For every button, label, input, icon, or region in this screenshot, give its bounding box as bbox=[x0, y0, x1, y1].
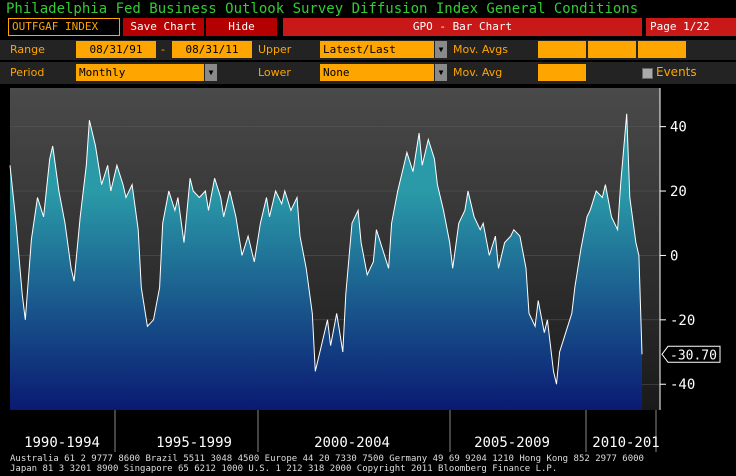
y-tick-label: -20 bbox=[670, 313, 695, 329]
period-select[interactable]: Monthly bbox=[76, 64, 204, 81]
x-axis-label: 1990-1994 bbox=[24, 435, 100, 451]
window-title: Philadelphia Fed Business Outlook Survey… bbox=[0, 0, 736, 18]
mov-avg-label: Mov. Avg bbox=[453, 66, 503, 79]
range-end-input[interactable]: 08/31/11 bbox=[172, 41, 252, 58]
range-label: Range bbox=[10, 43, 45, 56]
x-axis-label: 2005-2009 bbox=[474, 435, 550, 451]
mov-avg-1-input[interactable] bbox=[538, 41, 586, 58]
chart-type-label: GPO - Bar Chart bbox=[283, 18, 642, 36]
mov-avgs-label: Mov. Avgs bbox=[453, 43, 508, 56]
mov-avg-2-input[interactable] bbox=[588, 41, 636, 58]
upper-label: Upper bbox=[258, 43, 292, 56]
upper-dropdown-icon[interactable]: ▼ bbox=[435, 41, 447, 58]
last-value-callout: -30.70 bbox=[661, 345, 721, 363]
y-tick-label: -40 bbox=[670, 377, 695, 393]
footer-contacts-line-2: Japan 81 3 3201 8900 Singapore 65 6212 1… bbox=[10, 464, 558, 474]
upper-select[interactable]: Latest/Last Revis bbox=[320, 41, 434, 73]
x-axis-label: 1995-1999 bbox=[156, 435, 232, 451]
period-dropdown-icon[interactable]: ▼ bbox=[205, 64, 217, 81]
period-label: Period bbox=[10, 66, 45, 79]
lower-select[interactable]: None bbox=[320, 64, 434, 81]
y-tick-label: 20 bbox=[670, 184, 687, 200]
range-dash: - bbox=[161, 43, 165, 56]
lower-label: Lower bbox=[258, 66, 291, 79]
range-start-input[interactable]: 08/31/91 bbox=[76, 41, 156, 58]
y-tick-label: 40 bbox=[670, 120, 687, 136]
last-value-label: -30.70 bbox=[670, 348, 717, 363]
diffusion-index-chart: 40 20 0 -20 -40 -30.70 1990-1994 1995-1999 200… bbox=[0, 88, 736, 454]
save-chart-button[interactable]: Save Chart bbox=[123, 18, 205, 36]
events-checkbox[interactable] bbox=[642, 68, 653, 79]
mov-avg-input[interactable] bbox=[538, 64, 586, 81]
ticker-field[interactable]: OUTFGAF INDEX bbox=[8, 18, 120, 36]
events-label: Events bbox=[656, 65, 697, 79]
y-tick-label: 0 bbox=[670, 248, 678, 264]
hide-button[interactable]: Hide bbox=[206, 18, 278, 36]
footer-contacts-line-1: Australia 61 2 9777 8600 Brazil 5511 304… bbox=[10, 454, 644, 464]
mov-avg-3-input[interactable] bbox=[638, 41, 686, 58]
lower-dropdown-icon[interactable]: ▼ bbox=[435, 64, 447, 81]
x-axis-label: 2010-201 bbox=[592, 435, 659, 451]
x-axis-label: 2000-2004 bbox=[314, 435, 390, 451]
page-indicator[interactable]: Page 1/22 bbox=[646, 18, 736, 36]
